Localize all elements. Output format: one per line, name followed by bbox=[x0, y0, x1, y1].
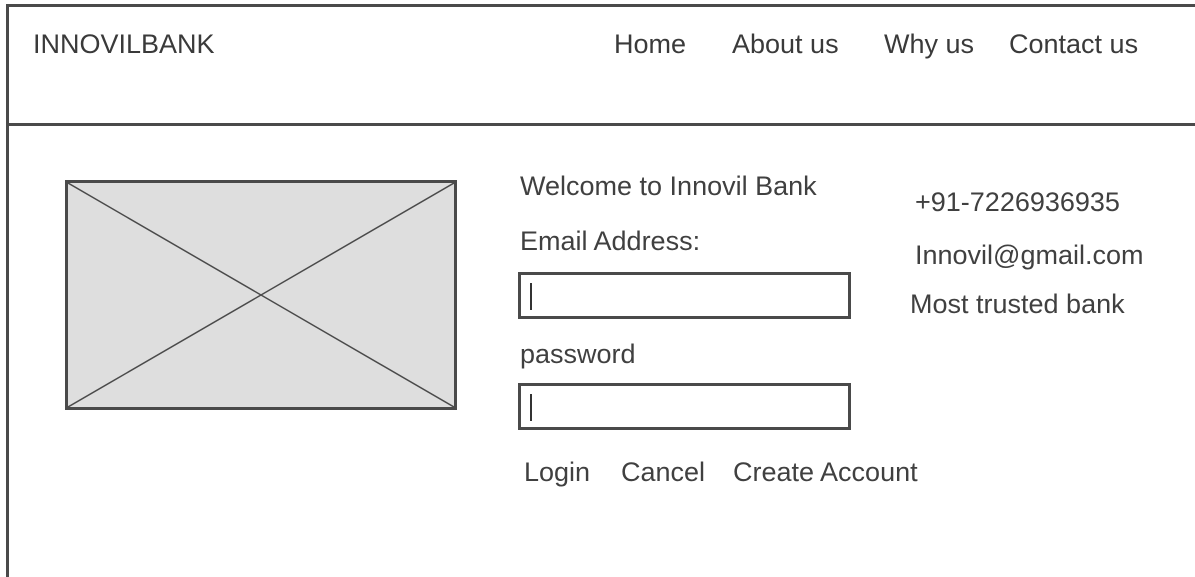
nav-link-about-us[interactable]: About us bbox=[732, 28, 839, 60]
bank-tagline: Most trusted bank bbox=[910, 289, 1125, 319]
email-label: Email Address: bbox=[520, 226, 701, 256]
cancel-button[interactable]: Cancel bbox=[621, 456, 705, 488]
password-label: password bbox=[520, 339, 636, 369]
header-divider bbox=[6, 123, 1195, 126]
welcome-heading: Welcome to Innovil Bank bbox=[520, 171, 817, 201]
image-placeholder-icon bbox=[65, 180, 457, 410]
create-account-button[interactable]: Create Account bbox=[733, 456, 918, 488]
contact-phone: +91-7226936935 bbox=[915, 187, 1120, 217]
email-input-field[interactable] bbox=[518, 272, 851, 319]
email-text-caret bbox=[530, 283, 532, 310]
nav-link-contact-us[interactable]: Contact us bbox=[1009, 28, 1138, 60]
email-input[interactable] bbox=[521, 275, 848, 316]
brand-logo-text[interactable]: INNOVILBANK bbox=[33, 28, 215, 60]
contact-email: Innovil@gmail.com bbox=[915, 240, 1144, 270]
password-text-caret bbox=[530, 394, 532, 421]
login-button[interactable]: Login bbox=[524, 456, 590, 488]
nav-link-home[interactable]: Home bbox=[614, 28, 686, 60]
password-input-field[interactable] bbox=[518, 383, 851, 430]
nav-link-why-us[interactable]: Why us bbox=[884, 28, 974, 60]
password-input[interactable] bbox=[521, 386, 848, 427]
